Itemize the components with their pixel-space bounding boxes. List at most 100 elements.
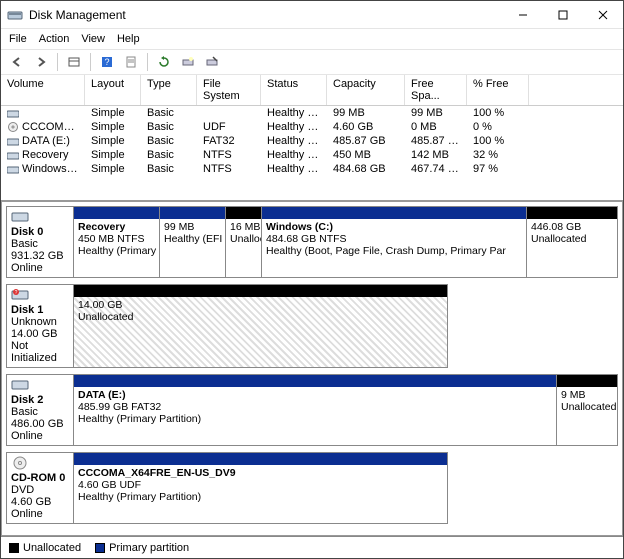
disk-size: 14.00 GB xyxy=(11,328,69,340)
menu-bar: File Action View Help xyxy=(1,29,623,49)
volume-list-header: Volume Layout Type File System Status Ca… xyxy=(1,75,623,106)
menu-help[interactable]: Help xyxy=(117,33,140,45)
col-free-space[interactable]: Free Spa... xyxy=(405,75,467,105)
col-status[interactable]: Status xyxy=(261,75,327,105)
partition[interactable]: DATA (E:)485.99 GB FAT32Healthy (Primary… xyxy=(74,375,557,445)
volume-status: Healthy (P... xyxy=(261,134,327,148)
volume-capacity: 4.60 GB xyxy=(327,120,405,134)
disk-label: Disk 1 xyxy=(11,304,69,316)
help-icon-button[interactable]: ? xyxy=(97,52,117,72)
refresh-button[interactable] xyxy=(154,52,174,72)
partition-size: 99 MB xyxy=(164,221,194,233)
show-hide-button[interactable] xyxy=(64,52,84,72)
volume-pctfree: 0 % xyxy=(467,120,529,134)
volume-row[interactable]: RecoverySimpleBasicNTFSHealthy (P...450 … xyxy=(1,148,623,162)
col-filesystem[interactable]: File System xyxy=(197,75,261,105)
volume-status: Healthy (B... xyxy=(261,162,327,176)
volume-layout: Simple xyxy=(85,148,141,162)
disk-label: Disk 0 xyxy=(11,226,69,238)
volume-pctfree: 100 % xyxy=(467,106,529,120)
col-type[interactable]: Type xyxy=(141,75,197,105)
partition-size: 446.08 GB xyxy=(531,221,581,233)
col-layout[interactable]: Layout xyxy=(85,75,141,105)
disk-info[interactable]: Disk 0 Basic 931.32 GB Online xyxy=(6,206,74,278)
volume-row[interactable]: SimpleBasicHealthy (E...99 MB99 MB100 % xyxy=(1,106,623,120)
menu-action[interactable]: Action xyxy=(39,33,70,45)
disk-type: Basic xyxy=(11,238,69,250)
svg-text:?: ? xyxy=(15,290,18,296)
swatch-unallocated xyxy=(9,543,19,553)
disk-icon xyxy=(11,210,29,224)
volume-fs: NTFS xyxy=(197,162,261,176)
disk-label: Disk 2 xyxy=(11,394,69,406)
back-button[interactable] xyxy=(7,52,27,72)
swatch-primary xyxy=(95,543,105,553)
volume-name: CCCOMA_X64FRE... xyxy=(1,120,85,134)
partition[interactable]: 99 MBHealthy (EFI Sys xyxy=(160,207,226,277)
partition-unallocated[interactable]: 9 MBUnallocated xyxy=(557,375,617,445)
disk-status: Online xyxy=(11,508,69,520)
volume-free: 99 MB xyxy=(405,106,467,120)
menu-view[interactable]: View xyxy=(81,33,105,45)
partition-size: 9 MB xyxy=(561,389,586,401)
volume-type: Basic xyxy=(141,120,197,134)
legend-primary: Primary partition xyxy=(95,542,189,554)
volume-row[interactable]: Windows (C:)SimpleBasicNTFSHealthy (B...… xyxy=(1,162,623,176)
partition-status: Unallocated xyxy=(531,233,586,245)
partition[interactable]: CCCOMA_X64FRE_EN-US_DV94.60 GB UDFHealth… xyxy=(74,453,447,523)
toolbar-separator xyxy=(90,53,91,71)
disk-graphical-view: Disk 0 Basic 931.32 GB Online Recovery45… xyxy=(1,201,623,536)
minimize-button[interactable] xyxy=(503,1,543,28)
disk-row: CD-ROM 0 DVD 4.60 GB Online CCCOMA_X64FR… xyxy=(6,452,618,524)
disk-type: DVD xyxy=(11,484,69,496)
partition-status: Healthy (Primary Partition) xyxy=(78,491,201,503)
volume-layout: Simple xyxy=(85,162,141,176)
volume-row[interactable]: DATA (E:)SimpleBasicFAT32Healthy (P...48… xyxy=(1,134,623,148)
partition[interactable]: Windows (C:)484.68 GB NTFSHealthy (Boot,… xyxy=(262,207,527,277)
legend: Unallocated Primary partition xyxy=(1,536,623,558)
partition-title: Recovery xyxy=(78,221,155,233)
col-percent-free[interactable]: % Free xyxy=(467,75,529,105)
forward-button[interactable] xyxy=(31,52,51,72)
volume-pctfree: 32 % xyxy=(467,148,529,162)
disk-info[interactable]: ? Disk 1 Unknown 14.00 GB Not Initialize… xyxy=(6,284,74,368)
settings-button[interactable] xyxy=(202,52,222,72)
window-controls xyxy=(503,1,623,28)
volume-list[interactable]: Volume Layout Type File System Status Ca… xyxy=(1,75,623,201)
partition-status: Unallocated xyxy=(561,401,616,413)
partition-title: Windows (C:) xyxy=(266,221,522,233)
disk-info[interactable]: CD-ROM 0 DVD 4.60 GB Online xyxy=(6,452,74,524)
partition-unallocated[interactable]: 446.08 GBUnallocated xyxy=(527,207,617,277)
toolbar-separator xyxy=(57,53,58,71)
partition-unallocated[interactable]: 16 MBUnalloca xyxy=(226,207,262,277)
window-title: Disk Management xyxy=(29,8,503,22)
col-capacity[interactable]: Capacity xyxy=(327,75,405,105)
dvd-icon xyxy=(11,456,29,470)
partition-size: 484.68 GB NTFS xyxy=(266,233,347,245)
volume-layout: Simple xyxy=(85,106,141,120)
volume-fs xyxy=(197,106,261,120)
close-button[interactable] xyxy=(583,1,623,28)
disk-info[interactable]: Disk 2 Basic 486.00 GB Online xyxy=(6,374,74,446)
volume-status: Healthy (E... xyxy=(261,106,327,120)
volume-name: Windows (C:) xyxy=(1,162,85,176)
volume-pctfree: 97 % xyxy=(467,162,529,176)
volume-type: Basic xyxy=(141,148,197,162)
menu-file[interactable]: File xyxy=(9,33,27,45)
volume-capacity: 450 MB xyxy=(327,148,405,162)
properties-button[interactable] xyxy=(121,52,141,72)
rescan-button[interactable] xyxy=(178,52,198,72)
col-volume[interactable]: Volume xyxy=(1,75,85,105)
maximize-button[interactable] xyxy=(543,1,583,28)
partition-status: Healthy (Primary Partition) xyxy=(78,413,201,425)
partition-status: Healthy (Primary Part xyxy=(78,245,159,257)
disk-row: ? Disk 1 Unknown 14.00 GB Not Initialize… xyxy=(6,284,618,368)
volume-free: 142 MB xyxy=(405,148,467,162)
volume-type: Basic xyxy=(141,106,197,120)
drive-icon xyxy=(7,164,19,174)
volume-row[interactable]: CCCOMA_X64FRE...SimpleBasicUDFHealthy (P… xyxy=(1,120,623,134)
partition[interactable]: Recovery450 MB NTFSHealthy (Primary Part xyxy=(74,207,160,277)
legend-unallocated: Unallocated xyxy=(9,542,81,554)
disk-label: CD-ROM 0 xyxy=(11,472,69,484)
partition-unallocated[interactable]: 14.00 GBUnallocated xyxy=(74,285,447,367)
